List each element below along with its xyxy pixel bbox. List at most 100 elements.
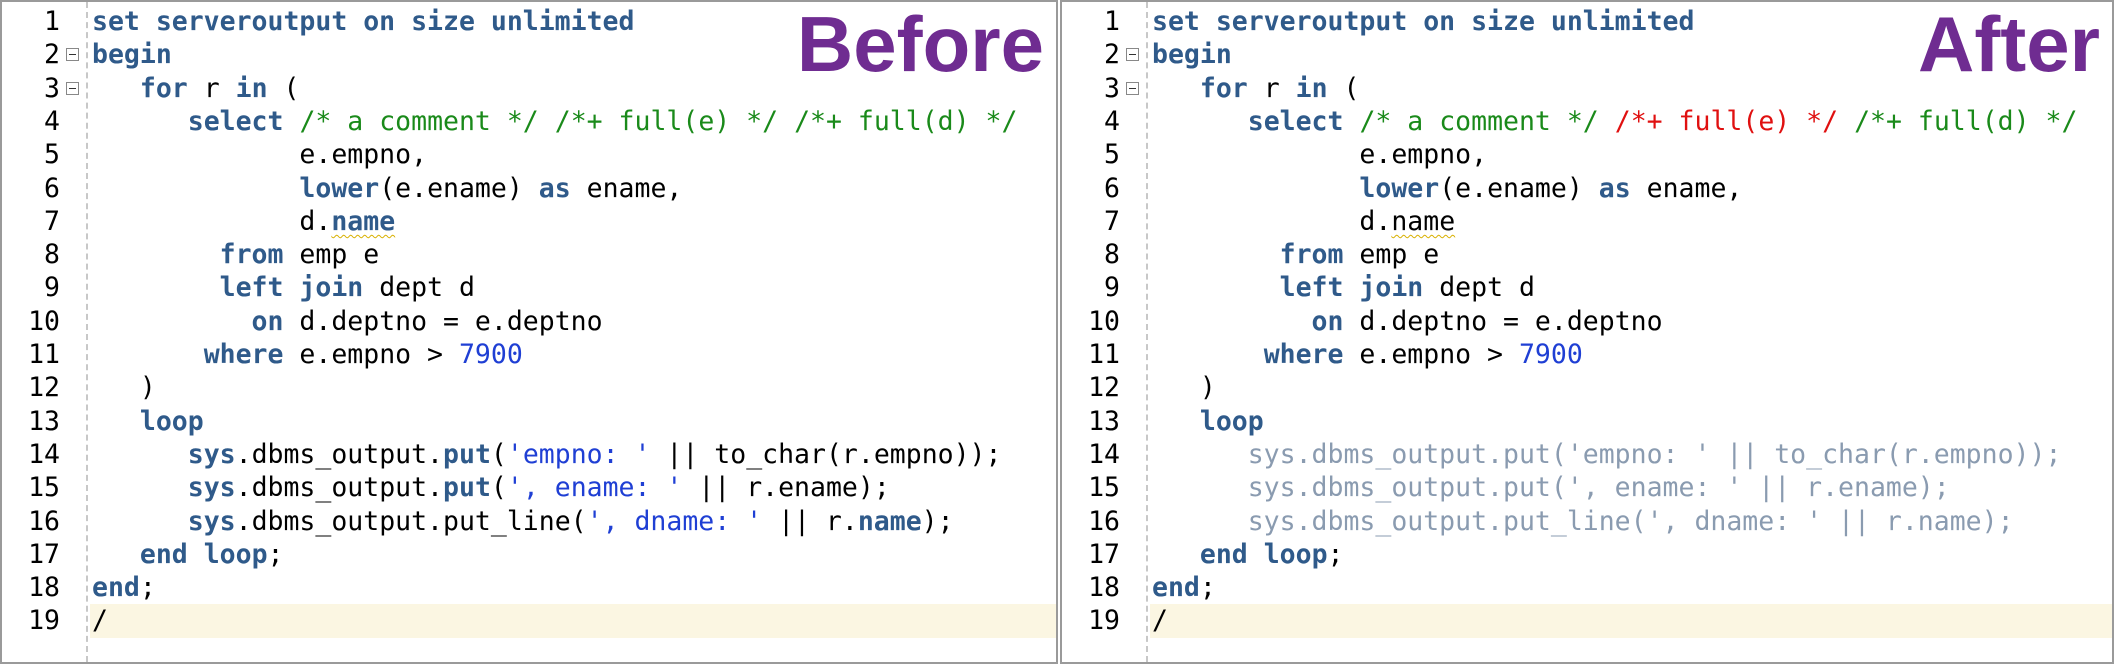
code-line[interactable]: 14 sys.dbms_output.put('empno: ' || to_c… bbox=[1062, 438, 2112, 472]
code-token: || to_char(r.empno)); bbox=[650, 438, 1002, 470]
code-token: / bbox=[1152, 605, 1168, 637]
code-token: select bbox=[187, 105, 284, 137]
code-text: select /* a comment */ /*+ full(e) */ /*… bbox=[90, 105, 1056, 139]
code-line[interactable]: 14 sys.dbms_output.put('empno: ' || to_c… bbox=[2, 438, 1056, 472]
code-token: end bbox=[1152, 572, 1200, 604]
code-line[interactable]: 19 / bbox=[1062, 604, 2112, 639]
code-token: ); bbox=[921, 505, 954, 537]
line-number: 2 bbox=[44, 39, 60, 71]
code-line[interactable]: 8 from emp e bbox=[2, 238, 1056, 272]
code-line[interactable]: 8 from emp e bbox=[1062, 238, 2112, 272]
code-text: left join dept d bbox=[1150, 271, 2112, 305]
line-number: 1 bbox=[1104, 6, 1120, 37]
code-line[interactable]: 15 sys.dbms_output.put(', ename: ' || r.… bbox=[2, 471, 1056, 505]
code-line[interactable]: 18 end; bbox=[2, 571, 1056, 605]
code-token: on bbox=[1311, 305, 1344, 337]
code-token: join bbox=[1359, 272, 1424, 304]
code-token: (e.ename) bbox=[1439, 172, 1599, 204]
code-line[interactable]: 4 select /* a comment */ /*+ full(e) */ … bbox=[1062, 105, 2112, 139]
line-number: 8 bbox=[44, 239, 60, 271]
code-line[interactable]: 16 sys.dbms_output.put_line(', dname: ' … bbox=[2, 505, 1056, 539]
code-line[interactable]: 13 loop bbox=[1062, 405, 2112, 439]
code-text: loop bbox=[90, 405, 1056, 439]
code-token: emp e bbox=[1343, 239, 1440, 271]
code-line[interactable]: 10 on d.deptno = e.deptno bbox=[1062, 305, 2112, 339]
code-line[interactable]: 19 / bbox=[2, 604, 1056, 639]
line-number: 14 bbox=[28, 438, 60, 470]
code-line[interactable]: 10 on d.deptno = e.deptno bbox=[2, 305, 1056, 339]
code-token: name bbox=[1391, 205, 1456, 237]
code-token: d.deptno = e.deptno bbox=[1343, 305, 1663, 337]
code-line[interactable]: 15 sys.dbms_output.put(', ename: ' || r.… bbox=[1062, 471, 2112, 505]
code-token: ( bbox=[490, 438, 507, 470]
line-number: 7 bbox=[44, 205, 60, 237]
code-token: /* a comment */ bbox=[299, 105, 539, 137]
code-text: sys.dbms_output.put(', ename: ' || r.ena… bbox=[1150, 471, 2112, 505]
code-text: left join dept d bbox=[90, 271, 1056, 305]
code-token: / bbox=[92, 605, 108, 637]
code-line[interactable]: 13 loop bbox=[2, 405, 1056, 439]
code-line[interactable]: 9 left join dept d bbox=[1062, 271, 2112, 305]
code-line[interactable]: 6 lower(e.ename) as ename, bbox=[2, 172, 1056, 206]
line-number: 10 bbox=[1088, 305, 1120, 337]
code-token: lower bbox=[1359, 172, 1440, 204]
code-line[interactable]: 12 ) bbox=[2, 371, 1056, 405]
code-line[interactable]: 18 end; bbox=[1062, 571, 2112, 605]
code-token: put bbox=[443, 472, 491, 504]
code-line[interactable]: 11 where e.empno > 7900 bbox=[2, 338, 1056, 372]
after-label: After bbox=[1917, 0, 2100, 88]
code-token: ', dname: ' bbox=[586, 505, 763, 537]
collapse-icon[interactable] bbox=[66, 81, 79, 95]
code-text: end loop; bbox=[1150, 538, 2112, 572]
code-token: dept d bbox=[363, 272, 475, 304]
collapse-icon[interactable] bbox=[1126, 48, 1139, 62]
code-token: /*+ full(e) */ bbox=[1614, 105, 1839, 137]
code-line[interactable]: 5 e.empno, bbox=[2, 138, 1056, 172]
code-token: ) bbox=[1152, 372, 1216, 404]
code-line[interactable]: 5 e.empno, bbox=[1062, 138, 2112, 172]
code-token: 'empno: ' bbox=[506, 438, 651, 470]
code-token: for bbox=[1199, 72, 1248, 104]
code-token: put bbox=[443, 438, 491, 470]
before-editor-panel[interactable]: 1 set serveroutput on size unlimited 2 begi… bbox=[0, 0, 1058, 664]
line-number: 9 bbox=[1104, 272, 1120, 304]
code-token: r bbox=[187, 72, 236, 104]
code-token: dept d bbox=[1423, 272, 1535, 304]
code-line[interactable]: 4 select /* a comment */ /*+ full(e) */ … bbox=[2, 105, 1056, 139]
code-line[interactable]: 17 end loop; bbox=[2, 538, 1056, 572]
before-label: Before bbox=[796, 0, 1044, 88]
code-line[interactable]: 7 d.name bbox=[1062, 205, 2112, 239]
code-line[interactable]: 9 left join dept d bbox=[2, 271, 1056, 305]
code-token: /*+ full(d) */ bbox=[794, 105, 1018, 137]
code-token: d. bbox=[92, 205, 332, 237]
after-editor-panel[interactable]: 1 set serveroutput on size unlimited 2 begi… bbox=[1060, 0, 2114, 664]
code-line[interactable]: 12 ) bbox=[1062, 371, 2112, 405]
code-line[interactable]: 11 where e.empno > 7900 bbox=[1062, 338, 2112, 372]
code-line[interactable]: 7 d.name bbox=[2, 205, 1056, 239]
code-text: sys.dbms_output.put_line(', dname: ' || … bbox=[90, 505, 1056, 539]
code-token: end bbox=[92, 572, 140, 604]
code-line[interactable]: 16 sys.dbms_output.put_line(', dname: ' … bbox=[1062, 505, 2112, 539]
line-number: 17 bbox=[28, 538, 60, 570]
code-token: left bbox=[219, 272, 284, 304]
code-line[interactable]: 17 end loop; bbox=[1062, 538, 2112, 572]
line-number: 18 bbox=[28, 572, 60, 604]
code-token: loop bbox=[1263, 538, 1328, 570]
code-text: end; bbox=[90, 571, 1056, 605]
code-token: sys.dbms_output.put('empno: ' || to_char… bbox=[1152, 438, 2062, 470]
code-text: from emp e bbox=[1150, 238, 2112, 272]
code-line[interactable]: 6 lower(e.ename) as ename, bbox=[1062, 172, 2112, 206]
collapse-icon[interactable] bbox=[66, 48, 79, 62]
collapse-icon[interactable] bbox=[1126, 81, 1139, 95]
